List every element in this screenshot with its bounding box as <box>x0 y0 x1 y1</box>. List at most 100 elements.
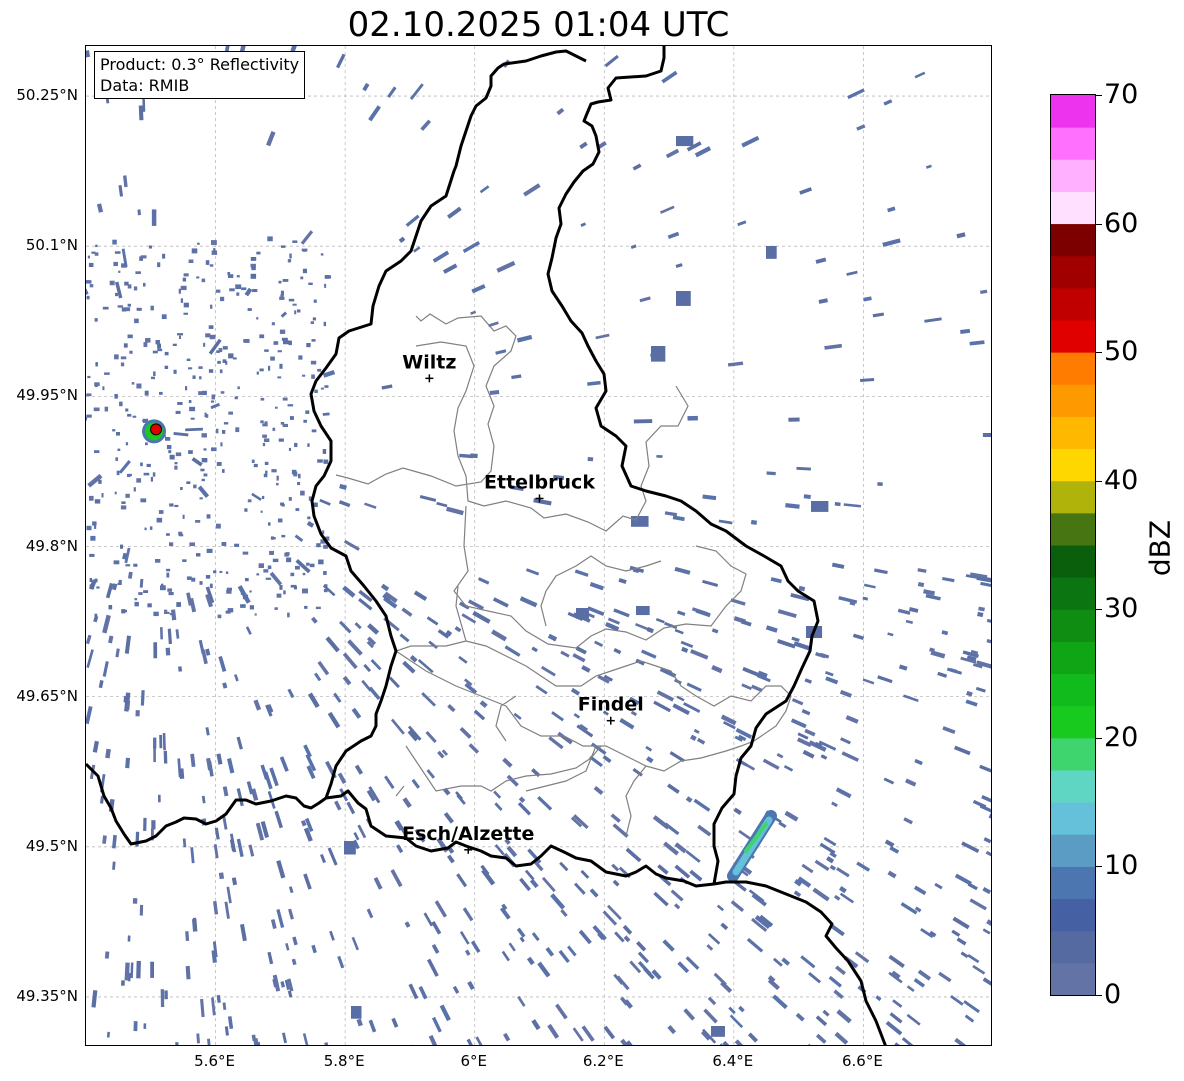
echo-speckle <box>133 487 136 492</box>
echo-streak <box>479 185 490 194</box>
echo-streak <box>843 503 862 508</box>
echo-speckle <box>256 573 260 576</box>
colorbar-swatch <box>1051 802 1095 835</box>
colorbar-swatch <box>1051 930 1095 964</box>
echo-streak <box>492 597 509 608</box>
echo-streak <box>986 919 991 926</box>
echo-speckle <box>278 438 284 442</box>
echo-streak <box>86 705 93 725</box>
echo-speckle <box>116 470 120 476</box>
echo-streak <box>280 981 286 988</box>
echo-streak <box>303 744 312 758</box>
echo-speckle <box>168 592 174 596</box>
echo-streak <box>395 844 404 854</box>
echo-speckle <box>281 245 286 248</box>
echo-speckle <box>164 611 170 614</box>
echo-streak <box>854 951 870 964</box>
echo-streak <box>234 674 239 682</box>
colorbar-tick-mark <box>1096 480 1102 482</box>
echo-streak <box>960 951 969 959</box>
echo-speckle <box>222 430 226 434</box>
city-label: Wiltz <box>402 351 456 373</box>
echo-speckle <box>201 478 205 482</box>
echo-speckle <box>165 437 171 441</box>
echo-streak <box>665 148 680 159</box>
echo-speckle <box>274 607 278 610</box>
echo-speckle <box>258 563 265 568</box>
echo-streak <box>491 629 507 642</box>
echo-speckle <box>136 478 142 483</box>
echo-speckle <box>168 450 172 454</box>
echo-speckle <box>135 271 141 275</box>
echo-speckle <box>263 473 268 478</box>
echo-speckle <box>203 473 208 477</box>
echo-streak <box>540 665 556 677</box>
lat-tick-label: 49.5°N <box>25 836 78 855</box>
colorbar <box>1050 94 1096 996</box>
echo-streak <box>488 321 499 328</box>
echo-speckle <box>324 385 329 388</box>
echo-streak <box>914 906 922 913</box>
colorbar-swatch <box>1051 641 1095 675</box>
echo-speckle <box>298 473 301 479</box>
echo-streak <box>839 886 847 894</box>
echo-streak <box>550 893 566 910</box>
echo-streak <box>905 778 917 787</box>
colorbar-tick-label: 30 <box>1104 593 1139 625</box>
map-title: 02.10.2025 01:04 UTC <box>347 5 730 45</box>
echo-streak <box>329 930 335 941</box>
echo-speckle <box>86 280 92 284</box>
echo-streak <box>646 756 654 764</box>
city-marker: Wiltz <box>402 351 456 383</box>
echo-streak <box>856 124 866 131</box>
echo-speckle <box>199 376 202 380</box>
echo-speckle <box>114 354 119 360</box>
echo-patch <box>576 608 589 619</box>
echo-streak <box>127 571 133 579</box>
echo-speckle <box>283 340 289 345</box>
echo-streak <box>889 845 900 854</box>
echo-speckle <box>169 542 174 546</box>
echo-streak <box>135 831 140 847</box>
echo-speckle <box>128 335 132 338</box>
radar-site[interactable] <box>142 419 167 444</box>
echo-speckle <box>308 282 313 285</box>
echo-streak <box>804 678 812 684</box>
echo-streak <box>983 837 991 844</box>
echo-streak <box>798 585 806 592</box>
echo-streak <box>776 753 784 759</box>
echo-streak <box>952 916 970 930</box>
echo-streak <box>420 119 432 131</box>
echo-speckle <box>153 611 159 617</box>
echo-streak <box>86 50 91 58</box>
echo-streak <box>175 1042 179 1045</box>
echo-streak <box>659 205 675 214</box>
echo-streak <box>951 929 961 937</box>
echo-speckle <box>190 417 195 420</box>
echo-speckle <box>253 463 258 468</box>
echo-streak <box>796 737 812 748</box>
echo-speckle <box>244 508 248 512</box>
echo-streak <box>175 629 180 639</box>
echo-streak <box>630 244 637 250</box>
colorbar-tick-mark <box>1096 866 1102 868</box>
echo-streak <box>676 695 685 702</box>
echo-speckle <box>279 585 283 590</box>
map-area[interactable]: Wiltz Ettelbruck Findel Esch/Alzette <box>85 45 992 1046</box>
echo-streak <box>905 619 914 624</box>
echo-streak <box>696 737 706 745</box>
echo-streak <box>346 801 356 815</box>
echo-streak <box>938 971 952 983</box>
echo-streak <box>614 931 625 943</box>
echo-speckle <box>189 406 196 412</box>
echo-streak <box>98 680 104 689</box>
echo-speckle <box>201 458 208 463</box>
echo-speckle <box>220 296 225 302</box>
echo-streak <box>883 777 895 785</box>
echo-speckle <box>262 423 268 427</box>
echo-speckle <box>260 397 265 401</box>
echo-streak <box>750 519 758 525</box>
echo-streak <box>610 813 621 823</box>
echo-streak <box>475 1036 483 1045</box>
echo-streak <box>988 813 991 819</box>
